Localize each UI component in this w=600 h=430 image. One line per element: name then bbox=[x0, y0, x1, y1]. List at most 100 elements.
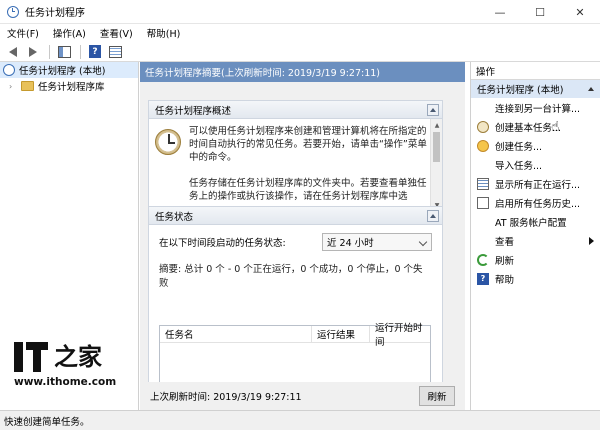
column-run-result[interactable]: 运行结果 bbox=[312, 326, 370, 342]
task-scheduler-app-icon bbox=[7, 5, 19, 18]
action-help[interactable]: ? 帮助 bbox=[471, 269, 600, 288]
forward-button[interactable] bbox=[24, 44, 42, 60]
logo-letter-t bbox=[26, 342, 48, 372]
close-button[interactable]: ✕ bbox=[560, 0, 600, 24]
action-pane-icon bbox=[108, 45, 122, 58]
console-tree-icon bbox=[57, 45, 71, 58]
ithome-watermark: 之家 www.ithome.com bbox=[14, 334, 124, 398]
action-pane-button[interactable] bbox=[106, 44, 124, 60]
overview-section-header[interactable]: 任务计划程序概述 bbox=[149, 101, 442, 119]
action-refresh[interactable]: 刷新 bbox=[471, 250, 600, 269]
collapse-status-button[interactable] bbox=[427, 210, 439, 222]
scroll-thumb[interactable] bbox=[433, 132, 440, 162]
ithome-logo: 之家 bbox=[14, 334, 124, 372]
logo-letter-i bbox=[14, 342, 23, 372]
overview-paragraph-2: 任务存储在任务计划程序库的文件夹中。若要查看单独任务上的操作或执行该操作，请在任… bbox=[189, 178, 427, 202]
time-range-dropdown[interactable]: 近 24 小时 bbox=[322, 233, 432, 251]
blank-icon bbox=[477, 102, 489, 114]
action-import-task[interactable]: 导入任务... bbox=[471, 155, 600, 174]
task-status-table[interactable]: 任务名 运行结果 运行开始时间 bbox=[159, 323, 431, 385]
status-summary: 摘要: 总计 0 个 - 0 个正在运行，0 个成功，0 个停止，0 个失败 bbox=[159, 264, 423, 289]
summary-footer: 上次刷新时间: 2019/3/19 9:27:11 刷新 bbox=[140, 382, 465, 410]
window-title: 任务计划程序 bbox=[25, 8, 85, 19]
menu-bar: 文件(F) 操作(A) 查看(V) 帮助(H) bbox=[0, 24, 600, 42]
action-label: AT 服务帐户配置 bbox=[495, 217, 567, 229]
summary-pane: 任务计划程序摘要(上次刷新时间: 2019/3/19 9:27:11) 任务计划… bbox=[140, 62, 465, 410]
refresh-icon bbox=[477, 253, 489, 266]
overview-text: 可以使用任务计划程序来创建和管理计算机将在所指定的时间自动执行的常见任务。若要开… bbox=[189, 125, 427, 211]
actions-pane: 操作 任务计划程序 (本地) 连接到另一台计算... 创建基本任务... ☝ 创… bbox=[470, 62, 600, 410]
maximize-button[interactable]: ☐ bbox=[520, 0, 560, 24]
back-arrow-icon bbox=[9, 46, 17, 57]
tree-item-label: 任务计划程序库 bbox=[38, 82, 105, 93]
clock-icon bbox=[3, 64, 15, 76]
status-bar: 快速创建简单任务。 bbox=[0, 410, 600, 430]
action-label: 查看 bbox=[495, 236, 515, 248]
new-task-icon bbox=[477, 139, 489, 152]
tree-item-task-scheduler-local[interactable]: 任务计划程序 (本地) bbox=[0, 62, 138, 78]
back-button[interactable] bbox=[4, 44, 22, 60]
refresh-button[interactable]: 刷新 bbox=[419, 386, 455, 406]
task-status-body: 在以下时间段启动的任务状态: 近 24 小时 摘要: 总计 0 个 - 0 个正… bbox=[149, 225, 442, 385]
tree-item-task-library[interactable]: › 任务计划程序库 bbox=[0, 78, 138, 94]
time-range-label: 在以下时间段启动的任务状态: bbox=[159, 238, 286, 249]
action-at-service-config[interactable]: AT 服务帐户配置 bbox=[471, 212, 600, 231]
show-hide-tree-button[interactable] bbox=[55, 44, 73, 60]
overview-scrollbar[interactable]: ▲ ▼ bbox=[430, 119, 442, 211]
clock-icon bbox=[477, 120, 489, 133]
blank-icon bbox=[477, 235, 489, 247]
help-icon: ? bbox=[477, 272, 489, 285]
chevron-right-icon[interactable]: › bbox=[9, 82, 19, 91]
minimize-button[interactable]: — bbox=[480, 0, 520, 24]
column-run-start-time[interactable]: 运行开始时间 bbox=[370, 323, 430, 348]
overview-body: 可以使用任务计划程序来创建和管理计算机将在所指定的时间自动执行的常见任务。若要开… bbox=[149, 119, 442, 211]
title-bar: 任务计划程序 — ☐ ✕ bbox=[0, 0, 600, 24]
menu-action[interactable]: 操作(A) bbox=[46, 26, 93, 40]
time-range-row: 在以下时间段启动的任务状态: 近 24 小时 bbox=[159, 233, 432, 251]
action-show-running-tasks[interactable]: 显示所有正在运行... bbox=[471, 174, 600, 193]
scroll-up-icon[interactable]: ▲ bbox=[431, 119, 442, 131]
menu-file[interactable]: 文件(F) bbox=[0, 26, 46, 40]
collapse-overview-button[interactable] bbox=[427, 104, 439, 116]
action-label: 创建任务... bbox=[495, 141, 543, 153]
actions-group-header[interactable]: 任务计划程序 (本地) bbox=[471, 80, 600, 98]
toolbar: ? bbox=[0, 42, 600, 62]
task-status-header[interactable]: 任务状态 bbox=[149, 207, 442, 225]
help-icon: ? bbox=[89, 45, 101, 58]
table-header: 任务名 运行结果 运行开始时间 bbox=[160, 323, 430, 348]
task-status-title: 任务状态 bbox=[155, 211, 194, 223]
action-enable-task-history[interactable]: 启用所有任务历史... bbox=[471, 193, 600, 212]
toolbar-divider bbox=[49, 44, 50, 59]
menu-view[interactable]: 查看(V) bbox=[93, 26, 140, 40]
action-view[interactable]: 查看 bbox=[471, 231, 600, 250]
menu-help[interactable]: 帮助(H) bbox=[140, 26, 188, 40]
hand-cursor-icon: ☝ bbox=[551, 119, 560, 135]
action-label: 连接到另一台计算... bbox=[495, 103, 581, 115]
actions-header: 操作 bbox=[471, 62, 600, 80]
window-controls: — ☐ ✕ bbox=[480, 0, 600, 24]
summary-header: 任务计划程序摘要(上次刷新时间: 2019/3/19 9:27:11) bbox=[140, 62, 465, 82]
action-create-task[interactable]: 创建任务... bbox=[471, 136, 600, 155]
help-button[interactable]: ? bbox=[86, 44, 104, 60]
blank-icon bbox=[477, 216, 489, 228]
action-label: 启用所有任务历史... bbox=[495, 198, 581, 210]
overview-title: 任务计划程序概述 bbox=[155, 105, 232, 117]
logo-brand-text: 之家 bbox=[54, 342, 102, 371]
blank-icon bbox=[477, 159, 489, 171]
forward-arrow-icon bbox=[29, 46, 37, 57]
action-label: 刷新 bbox=[495, 255, 515, 267]
submenu-arrow-icon bbox=[589, 237, 594, 245]
summary-body: 任务计划程序概述 可以使用任务计划程序来创建和管理计算机将在所指定的时间自动执行… bbox=[140, 82, 465, 385]
task-status-section: 任务状态 在以下时间段启动的任务状态: 近 24 小时 摘要: 总计 0 个 -… bbox=[148, 206, 443, 385]
folder-icon bbox=[21, 81, 34, 91]
tree-item-label: 任务计划程序 (本地) bbox=[19, 66, 106, 77]
list-icon bbox=[477, 177, 489, 190]
watermark-url: www.ithome.com bbox=[14, 376, 117, 388]
overview-section: 任务计划程序概述 可以使用任务计划程序来创建和管理计算机将在所指定的时间自动执行… bbox=[148, 100, 443, 212]
last-refresh-time: 上次刷新时间: 2019/3/19 9:27:11 bbox=[150, 392, 302, 403]
toolbar-divider bbox=[80, 44, 81, 59]
column-task-name[interactable]: 任务名 bbox=[160, 326, 312, 342]
action-create-basic-task[interactable]: 创建基本任务... ☝ bbox=[471, 117, 600, 136]
action-connect-computer[interactable]: 连接到另一台计算... bbox=[471, 98, 600, 117]
action-label: 导入任务... bbox=[495, 160, 543, 172]
